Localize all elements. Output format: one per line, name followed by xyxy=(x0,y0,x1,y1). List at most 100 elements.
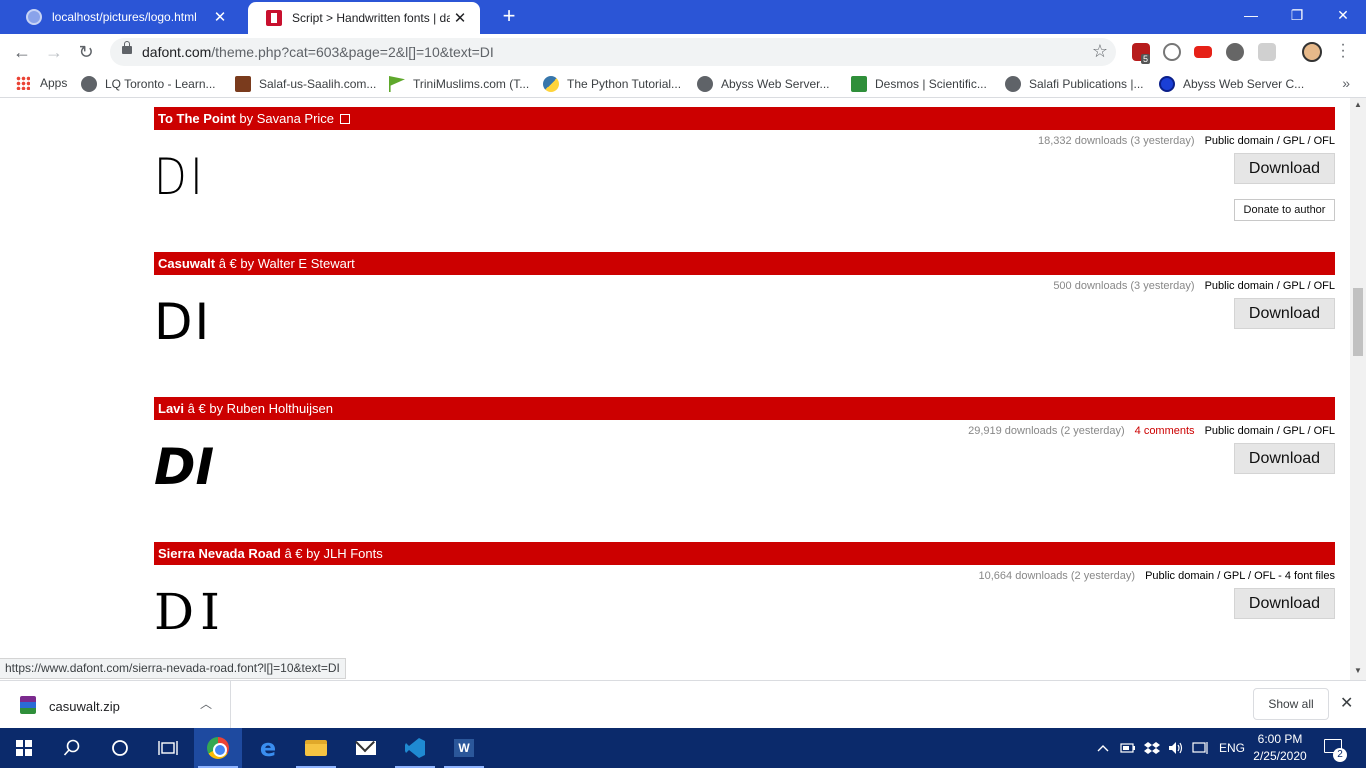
bookmark-python-tutorial[interactable]: The Python Tutorial... xyxy=(543,76,681,92)
tab-title: Script > Handwritten fonts | dafont xyxy=(292,11,450,25)
edge-icon: e xyxy=(259,734,277,762)
language-indicator[interactable]: ENG xyxy=(1219,728,1245,768)
taskbar-vscode[interactable] xyxy=(391,728,439,768)
bookmark-lq-toronto[interactable]: LQ Toronto - Learn... xyxy=(81,76,216,92)
close-window-button[interactable]: ✕ xyxy=(1320,0,1366,34)
more-bookmarks-button[interactable]: » xyxy=(1342,75,1350,91)
download-item[interactable]: casuwalt.zip ︿ xyxy=(0,681,231,729)
font-header: Lavi â € by Ruben Holthuijsen xyxy=(154,397,1335,420)
vscode-icon xyxy=(405,738,425,758)
chevron-up-icon[interactable]: ︿ xyxy=(200,695,212,712)
show-all-button[interactable]: Show all xyxy=(1253,688,1329,720)
bookmark-abyss-web-server[interactable]: Abyss Web Server... xyxy=(697,76,830,92)
download-button[interactable]: Download xyxy=(1234,298,1335,329)
desmos-icon xyxy=(851,76,867,92)
chevron-up-icon xyxy=(1097,745,1109,752)
font-marker: â € xyxy=(218,256,237,271)
tab-dafont[interactable]: Script > Handwritten fonts | dafont ✕ xyxy=(248,2,480,34)
taskbar-file-explorer[interactable] xyxy=(292,728,340,768)
skype-extension-icon[interactable] xyxy=(1163,43,1181,61)
system-clock[interactable]: 6:00 PM 2/25/2020 xyxy=(1248,731,1312,765)
font-name-link[interactable]: To The Point xyxy=(158,111,236,126)
font-preview[interactable]: DI xyxy=(154,582,226,642)
clock-time: 6:00 PM xyxy=(1257,732,1303,746)
globe-icon xyxy=(697,76,713,92)
font-name-link[interactable]: Sierra Nevada Road xyxy=(158,546,281,561)
bookmark-label: Abyss Web Server C... xyxy=(1183,77,1305,91)
restore-button[interactable]: ❐ xyxy=(1274,0,1320,34)
menu-icon[interactable]: · · · xyxy=(1338,37,1348,65)
close-shelf-icon[interactable]: ✕ xyxy=(1340,693,1353,713)
search-button[interactable] xyxy=(48,728,96,768)
font-name-link[interactable]: Lavi xyxy=(158,401,184,416)
bookmark-star-icon[interactable]: ☆ xyxy=(1092,41,1108,62)
cortana-button[interactable] xyxy=(96,728,144,768)
comments-link[interactable]: 4 comments xyxy=(1135,425,1195,437)
font-preview[interactable]: DI xyxy=(154,147,215,207)
link-status-bubble: https://www.dafont.com/sierra-nevada-roa… xyxy=(0,658,346,679)
taskbar-chrome[interactable] xyxy=(194,728,242,768)
back-button[interactable]: ← xyxy=(10,40,34,64)
download-button[interactable]: Download xyxy=(1234,153,1335,184)
flag-icon xyxy=(389,76,405,92)
forward-button[interactable]: → xyxy=(42,40,66,64)
font-author-link[interactable]: by Savana Price xyxy=(239,111,334,126)
font-preview[interactable]: DI xyxy=(154,437,214,497)
show-hidden-icons-button[interactable] xyxy=(1097,728,1109,768)
donate-button[interactable]: Donate to author xyxy=(1234,199,1335,221)
external-link-icon[interactable] xyxy=(340,114,351,124)
bookmark-label: Salaf-us-Saalih.com... xyxy=(259,77,377,91)
start-button[interactable] xyxy=(0,728,48,768)
url-text[interactable]: dafont.com/theme.php?cat=603&page=2&l[]=… xyxy=(142,44,494,60)
extension-icon[interactable] xyxy=(1226,43,1244,61)
minimize-button[interactable]: — xyxy=(1228,0,1274,34)
font-name-link[interactable]: Casuwalt xyxy=(158,256,215,271)
windows-taskbar: e W ENG 6:00 PM 2/25/2020 2 xyxy=(0,728,1366,768)
extension-icon[interactable] xyxy=(1258,43,1276,61)
font-preview[interactable]: DI xyxy=(154,292,211,352)
profile-avatar[interactable] xyxy=(1302,42,1322,62)
download-count: 500 downloads (3 yesterday) xyxy=(1053,280,1195,292)
new-tab-button[interactable]: + xyxy=(498,5,520,28)
youtube-extension-icon[interactable] xyxy=(1194,46,1212,58)
scroll-up-arrow-icon[interactable]: ▲ xyxy=(1354,100,1362,109)
bookmark-abyss-web-server-c[interactable]: Abyss Web Server C... xyxy=(1159,76,1304,92)
bookmark-label: TriniMuslims.com (T... xyxy=(413,77,530,91)
scroll-thumb[interactable] xyxy=(1353,288,1363,356)
font-stats: 500 downloads (3 yesterday) Public domain… xyxy=(1053,280,1335,292)
taskbar-edge[interactable]: e xyxy=(244,728,292,768)
windows-logo-icon xyxy=(16,740,32,756)
scroll-down-arrow-icon[interactable]: ▼ xyxy=(1354,666,1362,675)
network-icon[interactable] xyxy=(1192,728,1210,768)
close-tab-icon[interactable]: ✕ xyxy=(210,8,230,26)
extension-badge: 5 xyxy=(1141,54,1151,64)
download-button[interactable]: Download xyxy=(1234,588,1335,619)
download-count: 10,664 downloads (2 yesterday) xyxy=(978,570,1136,582)
apps-grid-icon xyxy=(16,76,30,90)
bookmarks-bar: Apps LQ Toronto - Learn... Salaf-us-Saal… xyxy=(0,70,1366,98)
volume-icon[interactable] xyxy=(1168,728,1184,768)
taskbar-mail[interactable] xyxy=(342,728,390,768)
address-bar[interactable]: dafont.com/theme.php?cat=603&page=2&l[]=… xyxy=(110,38,1116,66)
tab-logo-html[interactable]: localhost/pictures/logo.html ✕ xyxy=(8,0,240,34)
close-tab-icon[interactable]: ✕ xyxy=(450,9,470,27)
font-author-link[interactable]: by Ruben Holthuijsen xyxy=(209,401,333,416)
bookmark-salaf-us-saalih[interactable]: Salaf-us-Saalih.com... xyxy=(235,76,376,92)
bookmark-apps[interactable]: Apps xyxy=(16,76,67,90)
bookmark-desmos[interactable]: Desmos | Scientific... xyxy=(851,76,987,92)
reload-button[interactable]: ↻ xyxy=(74,40,98,64)
font-author-link[interactable]: by JLH Fonts xyxy=(306,546,383,561)
font-author-link[interactable]: by Walter E Stewart xyxy=(240,256,354,271)
bookmark-trinimuslims[interactable]: TriniMuslims.com (T... xyxy=(389,76,529,92)
task-view-button[interactable] xyxy=(144,728,192,768)
battery-icon[interactable] xyxy=(1120,728,1136,768)
bookmark-salafi-publications[interactable]: Salafi Publications |... xyxy=(1005,76,1144,92)
dropbox-icon[interactable] xyxy=(1144,728,1160,768)
taskbar-word[interactable]: W xyxy=(440,728,488,768)
bookmark-label: Abyss Web Server... xyxy=(721,77,830,91)
page-scrollbar[interactable]: ▲ ▼ xyxy=(1350,98,1366,680)
download-button[interactable]: Download xyxy=(1234,443,1335,474)
tab-title: localhost/pictures/logo.html xyxy=(52,10,197,24)
folder-icon xyxy=(305,740,327,756)
bookmark-label: Apps xyxy=(40,76,68,90)
